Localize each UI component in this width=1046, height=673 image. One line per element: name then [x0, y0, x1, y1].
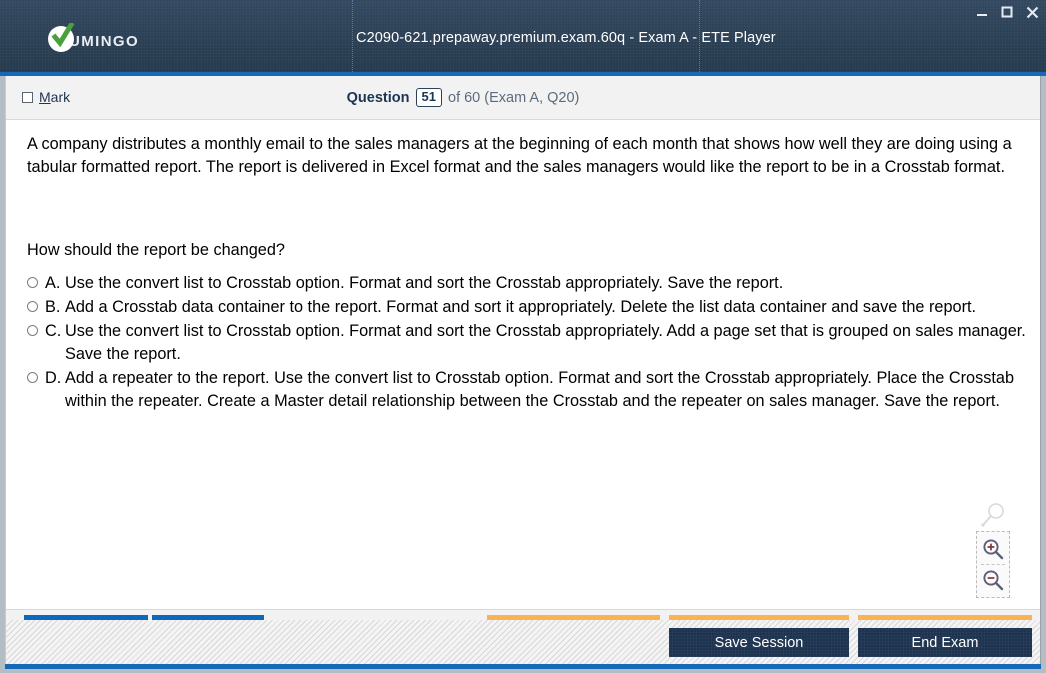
zoom-widget: [976, 502, 1012, 598]
footer-bar: Save Session End Exam: [5, 620, 1041, 665]
question-word: Question: [346, 90, 410, 106]
ete-player-window: UMINGO C2090-621.prepaway.premium.exam.6…: [0, 0, 1046, 673]
radio-button-c[interactable]: [27, 325, 38, 336]
minimize-icon[interactable]: [974, 4, 990, 20]
radio-button-b[interactable]: [27, 301, 38, 312]
exam-content-frame: Mark Question 51 of 60 (Exam A, Q20) A c…: [5, 76, 1041, 650]
window-controls: [974, 4, 1040, 20]
question-header-bar: Mark Question 51 of 60 (Exam A, Q20): [6, 76, 1040, 120]
option-text-b: Add a Crosstab data container to the rep…: [65, 298, 977, 316]
zoom-out-icon[interactable]: [980, 567, 1006, 593]
question-prompt: How should the report be changed?: [27, 241, 285, 259]
option-text-c: Use the convert list to Crosstab option.…: [65, 322, 1026, 363]
question-counter-rest: of 60 (Exam A, Q20): [448, 90, 580, 106]
answer-option-b[interactable]: B. Add a Crosstab data container to the …: [27, 296, 1027, 319]
question-stem: A company distributes a monthly email to…: [27, 135, 1012, 176]
end-exam-label: End Exam: [911, 634, 979, 651]
question-counter: Question 51 of 60 (Exam A, Q20): [6, 88, 920, 107]
window-bottom-edge: [0, 669, 1046, 673]
radio-button-d[interactable]: [27, 372, 38, 383]
question-body: A company distributes a monthly email to…: [6, 121, 1040, 608]
zoom-in-icon[interactable]: [980, 536, 1006, 562]
answer-option-a[interactable]: A. Use the convert list to Crosstab opti…: [27, 272, 1027, 295]
option-text-a: Use the convert list to Crosstab option.…: [65, 274, 784, 292]
zoom-controls-panel: [976, 531, 1010, 598]
magnifier-icon[interactable]: [979, 502, 1009, 528]
save-session-button[interactable]: Save Session: [669, 628, 849, 657]
radio-button-a[interactable]: [27, 277, 38, 288]
question-number-field[interactable]: 51: [415, 88, 442, 107]
save-session-label: Save Session: [714, 634, 804, 651]
option-text-d: Add a repeater to the report. Use the co…: [65, 369, 1015, 410]
option-letter-a: A.: [45, 274, 61, 292]
green-check-icon: [48, 23, 75, 52]
answer-options-list: A. Use the convert list to Crosstab opti…: [27, 272, 1027, 414]
window-title: C2090-621.prepaway.premium.exam.60q - Ex…: [356, 30, 776, 46]
answer-option-d[interactable]: D. Add a repeater to the report. Use the…: [27, 367, 1027, 413]
option-letter-d: D.: [45, 369, 62, 387]
app-logo: UMINGO: [48, 23, 140, 52]
zoom-divider: [981, 564, 1005, 565]
option-letter-b: B.: [45, 298, 61, 316]
title-bar: UMINGO C2090-621.prepaway.premium.exam.6…: [0, 0, 1046, 72]
maximize-icon[interactable]: [999, 4, 1015, 20]
close-icon[interactable]: [1024, 4, 1040, 20]
end-exam-button[interactable]: End Exam: [858, 628, 1032, 657]
answer-option-c[interactable]: C. Use the convert list to Crosstab opti…: [27, 320, 1027, 366]
option-letter-c: C.: [45, 322, 62, 340]
logo-text: UMINGO: [69, 32, 140, 50]
